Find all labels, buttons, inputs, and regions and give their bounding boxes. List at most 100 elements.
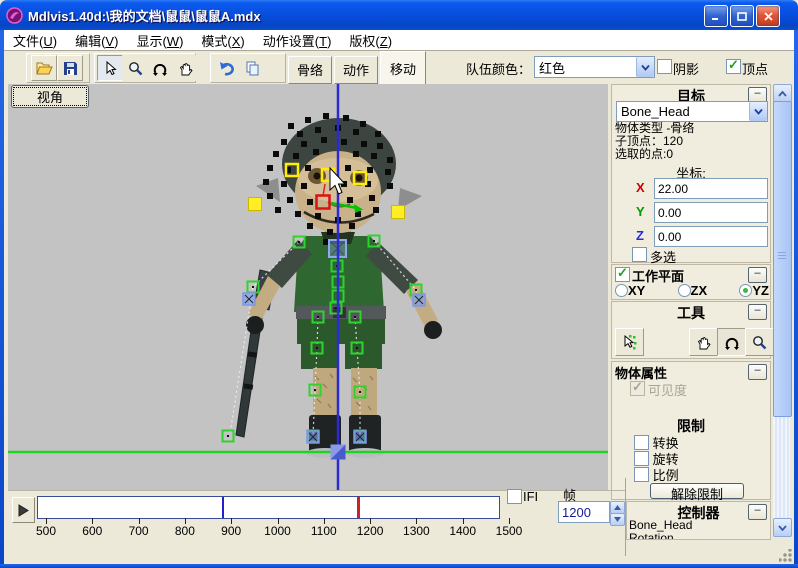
undo-button[interactable] [214,55,240,81]
ruler-label: 900 [221,524,241,538]
radio-ZX[interactable] [678,284,691,297]
vertex-label: 顶点 [742,59,768,78]
rotate-tool-button[interactable] [147,55,173,81]
model-canvas[interactable] [8,84,608,490]
collapse-workplane-button[interactable]: – [748,267,767,283]
menu-item-2[interactable]: 显示(W) [127,29,192,52]
origin-handle [331,445,346,460]
magnifier-icon [752,335,767,350]
restrict-row-1: 旋转 [634,449,679,465]
controller-line-1: Rotation [629,532,692,540]
menu-item-5[interactable]: 版权(Z) [340,29,401,52]
minimize-button[interactable] [704,5,728,27]
view-angle-button[interactable]: 视角 [11,85,89,108]
panel-rotate-tool-button[interactable] [717,328,746,356]
viewport[interactable]: 视角 [8,84,608,490]
team-color-combobox[interactable]: 红色 [534,56,655,78]
toolbar: 骨络动作移动 队伍颜色： 红色 阴影 顶点 [4,51,794,84]
zoom-tool-button[interactable] [122,55,148,81]
multi-select-checkbox[interactable] [632,247,647,262]
tab-1[interactable]: 动作 [334,56,378,84]
scrollbar-thumb[interactable] [773,101,792,417]
tools-section-title: 工具 [612,302,770,323]
section-target: 目标 – Bone_Head 物体类型 -骨络 子顶点：120 选取的点:0 坐… [611,84,771,263]
tab-0[interactable]: 骨络 [288,56,332,84]
collapse-tools-button[interactable]: – [748,304,767,320]
shadow-checkbox[interactable] [657,59,672,74]
plane-option-YZ[interactable]: YZ [739,283,769,298]
open-file-button[interactable] [31,55,57,81]
panel-pan-tool-button[interactable] [689,328,718,356]
window-frame-right [794,28,798,568]
workplane-checkbox[interactable] [615,267,630,282]
cursor-icon [103,61,117,76]
ifi-checkbox[interactable] [507,489,522,504]
hand-icon [178,61,193,76]
magnifier-icon [128,61,143,76]
panel-scrollbar[interactable] [773,84,790,536]
team-color-value: 红色 [535,58,636,77]
maximize-button[interactable] [730,5,754,27]
ifi-label: IFI [523,489,538,504]
menu-item-0[interactable]: 文件(U) [4,29,66,52]
y-axis-label: Y [636,204,645,219]
restrict-checkbox-2[interactable] [634,467,649,482]
restrict-row-2: 比例 [634,465,679,481]
object-combobox[interactable]: Bone_Head [616,101,768,122]
play-icon [18,504,29,517]
pan-tool-button[interactable] [172,55,198,81]
ruler-label: 600 [82,524,102,538]
timeline-track[interactable] [37,496,500,519]
timeline-right-divider [625,478,626,556]
copy-button[interactable] [239,55,265,81]
chevron-down-icon[interactable] [749,102,767,121]
select-tool-button[interactable] [97,55,123,81]
ruler-label: 1100 [311,524,337,538]
rotate-icon [152,61,168,76]
visibility-checkbox [630,381,645,396]
vertex-select-tool-button[interactable] [615,328,644,356]
frame-input[interactable] [558,501,610,523]
restrict-checkbox-1[interactable] [634,451,649,466]
selected-points-text: 选取的点:0 [612,148,673,161]
menu-item-4[interactable]: 动作设置(T) [254,29,341,52]
hand-icon [696,335,711,350]
play-button[interactable] [12,497,35,523]
save-button[interactable] [57,55,83,81]
vertex-checkbox[interactable] [726,59,741,74]
x-coordinate-input[interactable] [654,178,768,199]
section-workplane: 工作平面 – XYZXYZ [611,264,771,300]
radio-XY[interactable] [615,284,628,297]
shadow-label: 阴影 [673,59,699,78]
menu-item-1[interactable]: 编辑(V) [66,29,127,52]
tab-2[interactable]: 移动 [380,51,426,84]
menu-item-3[interactable]: 模式(X) [192,29,253,52]
select-vertices-icon [621,334,638,351]
collapse-controller-button[interactable]: – [748,504,767,520]
z-axis-label: Z [636,228,644,243]
timeline-keyframe-marker[interactable] [222,497,224,518]
section-tools: 工具 – [611,301,771,359]
release-restrict-button[interactable]: 解除限制 [650,483,744,499]
panel-zoom-tool-button[interactable] [745,328,774,356]
restrict-checkbox-0[interactable] [634,435,649,450]
resize-grip[interactable] [779,549,792,562]
radio-YZ[interactable] [739,284,752,297]
copy-icon [245,61,260,76]
plane-option-ZX[interactable]: ZX [678,283,708,298]
mode-tabs: 骨络动作移动 [288,51,428,84]
titlebar[interactable]: Mdlvis1.40d:\我的文档\鼠鼠\鼠鼠A.mdx [0,0,798,30]
frame-spin-down-button[interactable] [610,513,625,526]
chevron-down-icon[interactable] [636,57,654,77]
plane-option-XY[interactable]: XY [615,283,645,298]
restrict-row-0: 转换 [634,433,679,449]
close-button[interactable] [756,5,780,27]
timeline-current-frame-marker[interactable] [357,497,360,518]
ruler-label: 1200 [357,524,384,538]
collapse-props-button[interactable]: – [748,364,767,380]
scroll-down-button[interactable] [773,518,792,537]
z-coordinate-input[interactable] [654,226,768,247]
window-frame-left [0,28,4,568]
y-coordinate-input[interactable] [654,202,768,223]
window-frame-bottom [0,564,798,568]
